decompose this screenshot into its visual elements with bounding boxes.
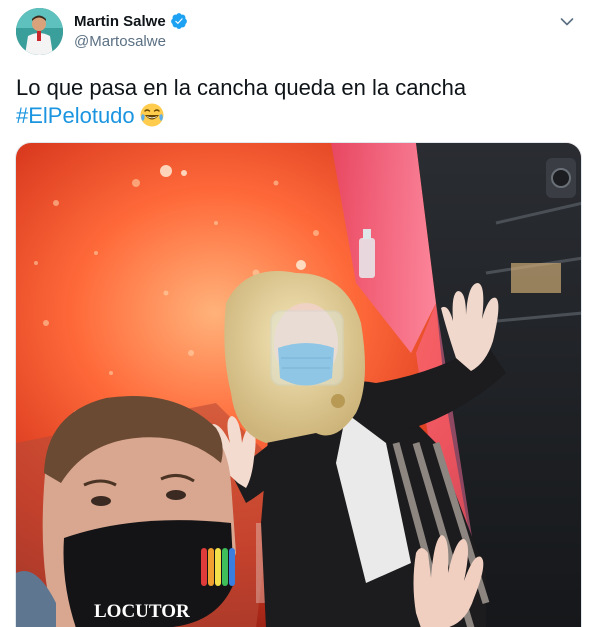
display-name[interactable]: Martin Salwe xyxy=(74,13,166,30)
tweet-hashtag-line: #ElPelotudo xyxy=(16,102,579,130)
tweet-text-line: Lo que pasa en la cancha queda en la can… xyxy=(16,75,467,100)
hashtag-link[interactable]: #ElPelotudo xyxy=(16,103,135,128)
laughing-emoji-icon xyxy=(139,102,165,128)
tweet-text: Lo que pasa en la cancha queda en la can… xyxy=(16,74,579,130)
tweet-card[interactable]: Martin Salwe @Martosalwe Lo que pasa en … xyxy=(0,0,595,627)
author-handle[interactable]: @Martosalwe xyxy=(74,33,188,50)
avatar[interactable] xyxy=(16,8,63,55)
chevron-down-icon[interactable] xyxy=(559,14,575,30)
verified-badge-icon xyxy=(170,12,188,30)
mask-text: LOCUTOR xyxy=(94,601,190,622)
tweet-header: Martin Salwe @Martosalwe xyxy=(16,8,579,56)
tweet-photo[interactable]: LOCUTOR xyxy=(15,142,582,627)
display-name-row: Martin Salwe xyxy=(74,12,188,30)
author-names: Martin Salwe @Martosalwe xyxy=(74,12,188,50)
